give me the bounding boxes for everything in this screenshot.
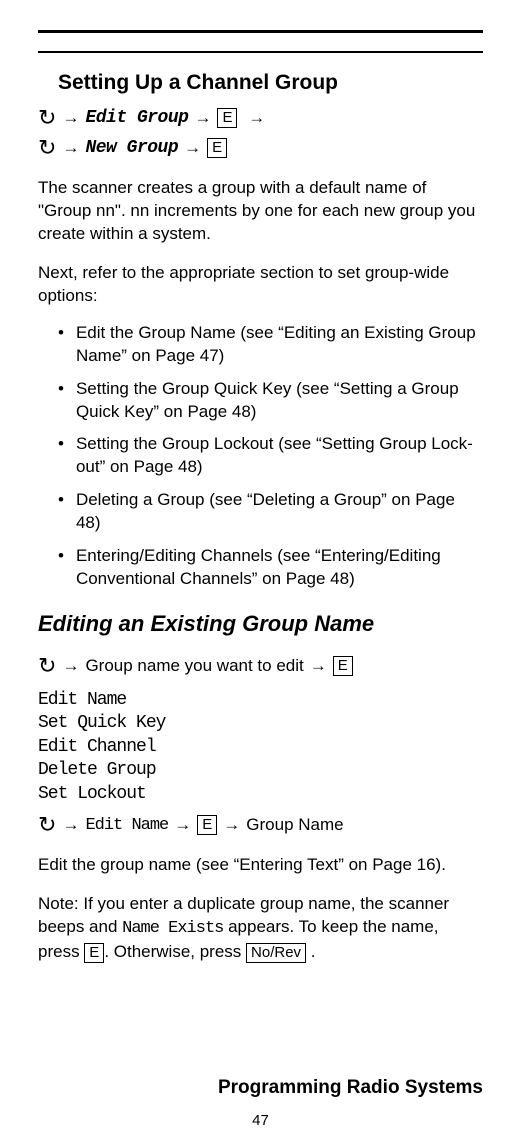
menu-list: Edit Name Set Quick Key Edit Channel Del… — [38, 689, 483, 806]
rule-thin — [38, 51, 483, 53]
key-e: E — [217, 108, 237, 128]
nav-line-2: ↻ → New Group → E — [38, 135, 483, 161]
nav1-item: Edit Group — [85, 108, 188, 128]
bullet-dot: • — [58, 378, 64, 424]
nav4-item: Edit Name — [85, 816, 168, 835]
rule-thick — [38, 30, 483, 33]
menu-item: Set Lockout — [38, 783, 483, 806]
menu-item: Edit Name — [38, 689, 483, 712]
bullet-item: • Deleting a Group (see “Deleting a Grou… — [58, 489, 483, 535]
nav3-text: Group name you want to edit — [85, 656, 303, 676]
key-e: E — [333, 656, 353, 676]
menu-item: Delete Group — [38, 759, 483, 782]
note-paragraph: Note: If you enter a duplicate group nam… — [38, 893, 483, 964]
top-rules — [38, 30, 483, 53]
menu-item: Edit Channel — [38, 736, 483, 759]
paragraph-1: The scanner creates a group with a defau… — [38, 177, 483, 246]
paragraph-2: Next, refer to the appropriate section t… — [38, 262, 483, 308]
arrow-icon: → — [62, 138, 79, 158]
arrow-icon: → — [62, 815, 79, 835]
arrow-icon: → — [310, 656, 327, 676]
nav2-item: New Group — [85, 138, 178, 158]
footer-title: Programming Radio Systems — [218, 1077, 483, 1099]
bullet-text: Entering/Editing Channels (see “Entering… — [76, 545, 483, 591]
key-norev: No/Rev — [246, 943, 306, 963]
arrow-icon: → — [243, 108, 265, 128]
section-title: Setting Up a Channel Group — [58, 71, 483, 95]
bullet-dot: • — [58, 433, 64, 479]
menu-item: Set Quick Key — [38, 712, 483, 735]
arrow-icon: → — [223, 815, 240, 835]
bullet-item: • Edit the Group Name (see “Editing an E… — [58, 322, 483, 368]
bullet-item: • Entering/Editing Channels (see “Enteri… — [58, 545, 483, 591]
bullet-item: • Setting the Group Lockout (see “Settin… — [58, 433, 483, 479]
bullet-text: Setting the Group Lockout (see “Setting … — [76, 433, 483, 479]
bullet-text: Edit the Group Name (see “Editing an Exi… — [76, 322, 483, 368]
bullet-item: • Setting the Group Quick Key (see “Sett… — [58, 378, 483, 424]
rotate-icon: ↻ — [38, 105, 56, 131]
nav-line-4: ↻ → Edit Name → E → Group Name — [38, 812, 483, 838]
key-e: E — [197, 815, 217, 835]
key-e: E — [207, 138, 227, 158]
rotate-icon: ↻ — [38, 135, 56, 161]
arrow-icon: → — [174, 815, 191, 835]
bullet-dot: • — [58, 322, 64, 368]
note-middle2: . Otherwise, press — [104, 942, 246, 961]
arrow-icon: → — [62, 656, 79, 676]
rotate-icon: ↻ — [38, 812, 56, 838]
note-suffix: . — [306, 942, 315, 961]
paragraph-3: Edit the group name (see “Entering Text”… — [38, 854, 483, 877]
bullet-dot: • — [58, 545, 64, 591]
rotate-icon: ↻ — [38, 653, 56, 679]
subsection-title: Editing an Existing Group Name — [38, 611, 483, 637]
bullet-list: • Edit the Group Name (see “Editing an E… — [38, 322, 483, 591]
key-e: E — [84, 943, 104, 963]
arrow-icon: → — [184, 138, 201, 158]
bullet-text: Deleting a Group (see “Deleting a Group”… — [76, 489, 483, 535]
nav-line-1: ↻ → Edit Group → E → — [38, 105, 483, 131]
arrow-icon: → — [62, 108, 79, 128]
bullet-text: Setting the Group Quick Key (see “Settin… — [76, 378, 483, 424]
bullet-dot: • — [58, 489, 64, 535]
nav4-text2: Group Name — [246, 815, 343, 835]
note-scanner-text: Name Exists — [122, 919, 223, 938]
arrow-icon: → — [194, 108, 211, 128]
nav-line-3: ↻ → Group name you want to edit → E — [38, 653, 483, 679]
page-number: 47 — [252, 1112, 269, 1129]
